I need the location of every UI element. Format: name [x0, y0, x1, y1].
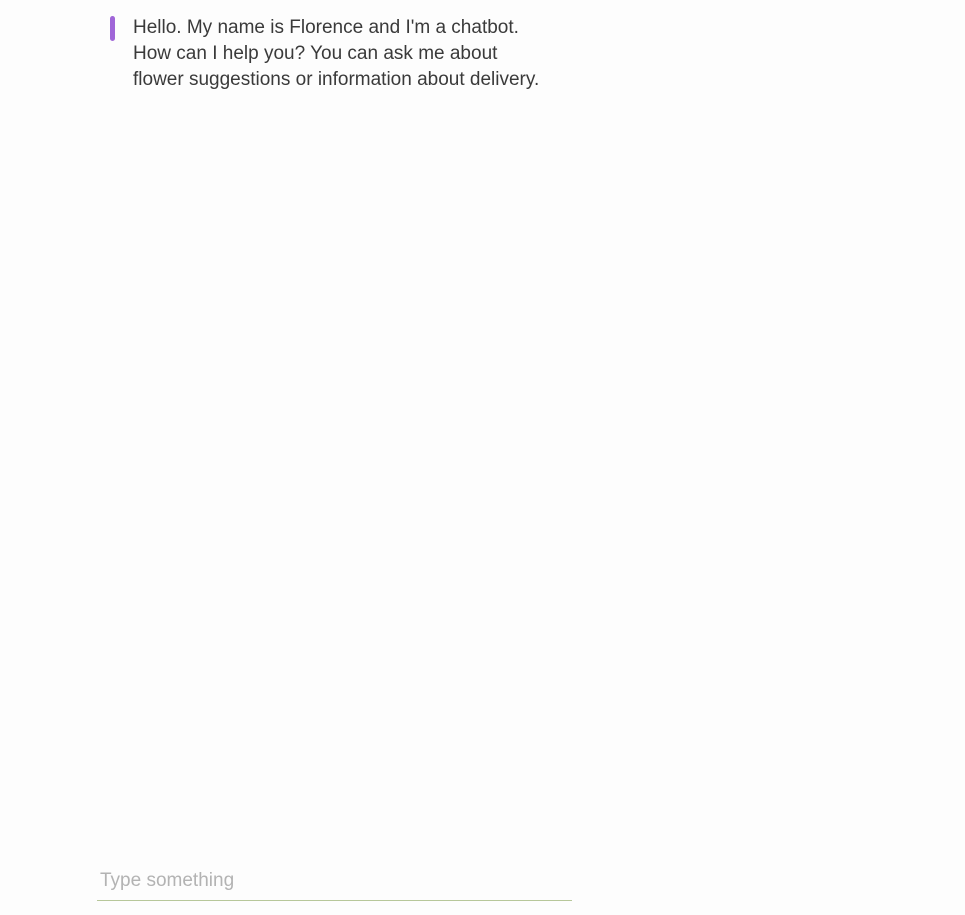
bot-message-text: Hello. My name is Florence and I'm a cha… [133, 17, 540, 90]
chat-app: Hello. My name is Florence and I'm a cha… [0, 0, 965, 915]
message-composer [97, 862, 572, 901]
message-input[interactable] [97, 862, 572, 899]
bot-accent-bar-icon [110, 16, 115, 41]
message-list[interactable]: Hello. My name is Florence and I'm a cha… [0, 0, 965, 850]
